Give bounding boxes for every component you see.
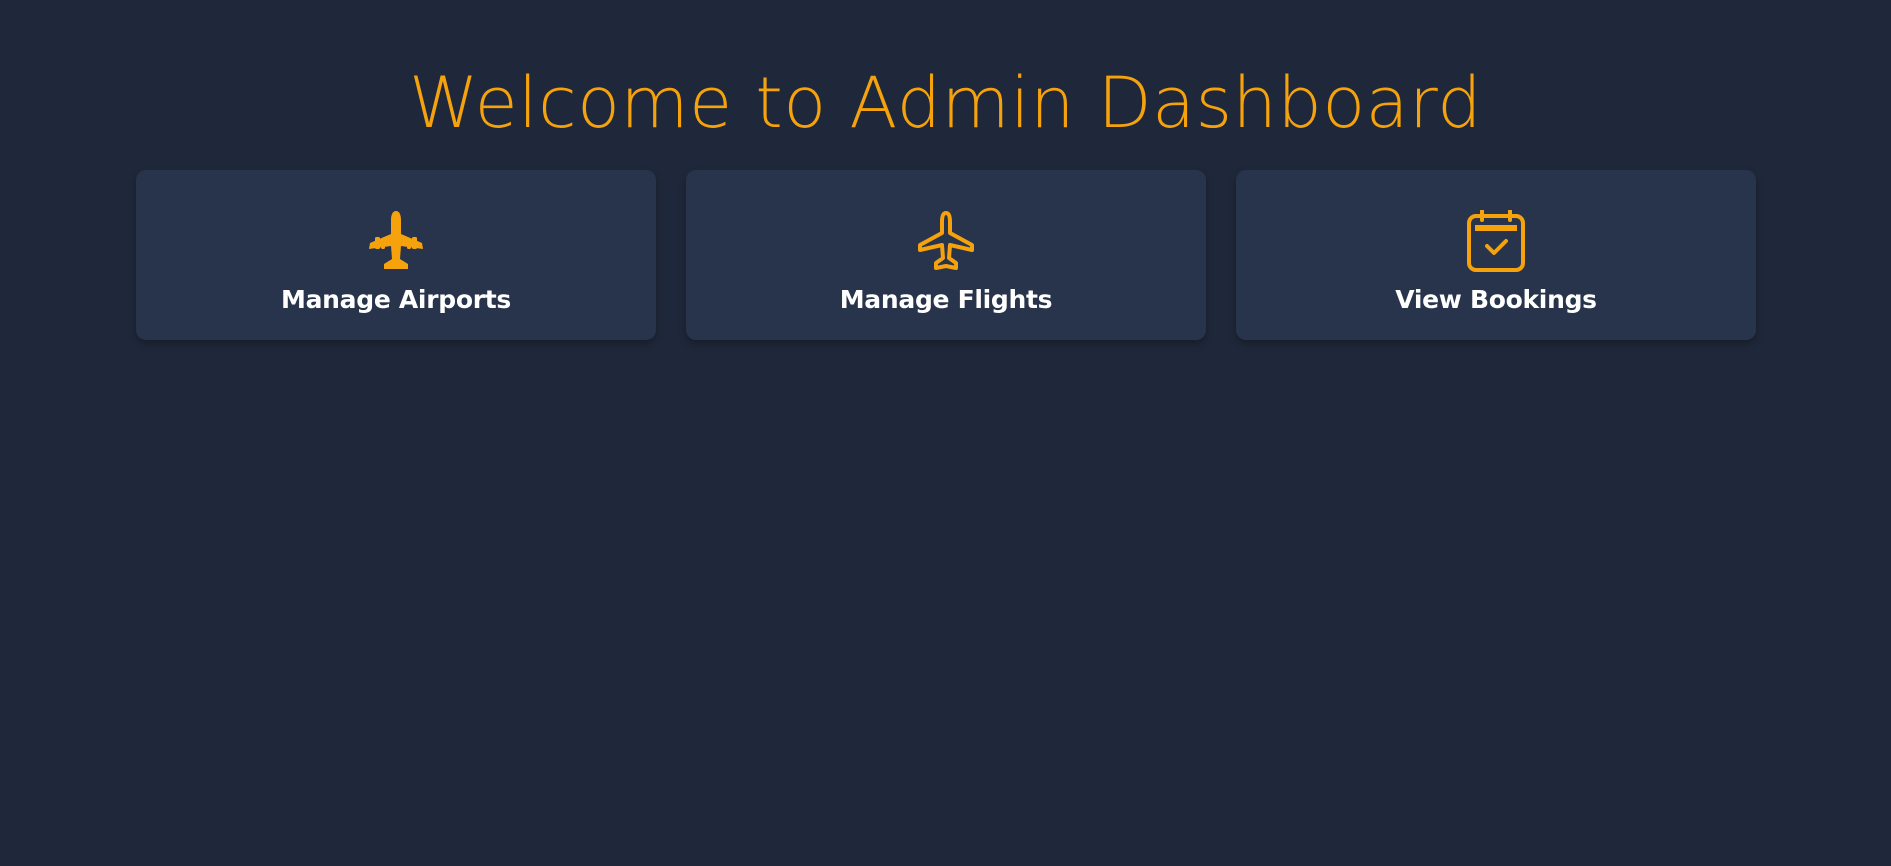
calendar-check-icon (1466, 210, 1526, 272)
dashboard-cards: Manage Airports Manage Flights View Book… (136, 170, 1756, 340)
view-bookings-label: View Bookings (1395, 285, 1597, 314)
manage-flights-card[interactable]: Manage Flights (686, 170, 1206, 340)
view-bookings-card[interactable]: View Bookings (1236, 170, 1756, 340)
airplane-outline-icon (916, 210, 976, 272)
manage-airports-label: Manage Airports (281, 285, 511, 314)
manage-flights-label: Manage Flights (839, 285, 1053, 314)
page-title: Welcome to Admin Dashboard (408, 62, 1483, 144)
fighter-jet-icon (366, 210, 426, 272)
manage-airports-card[interactable]: Manage Airports (136, 170, 656, 340)
